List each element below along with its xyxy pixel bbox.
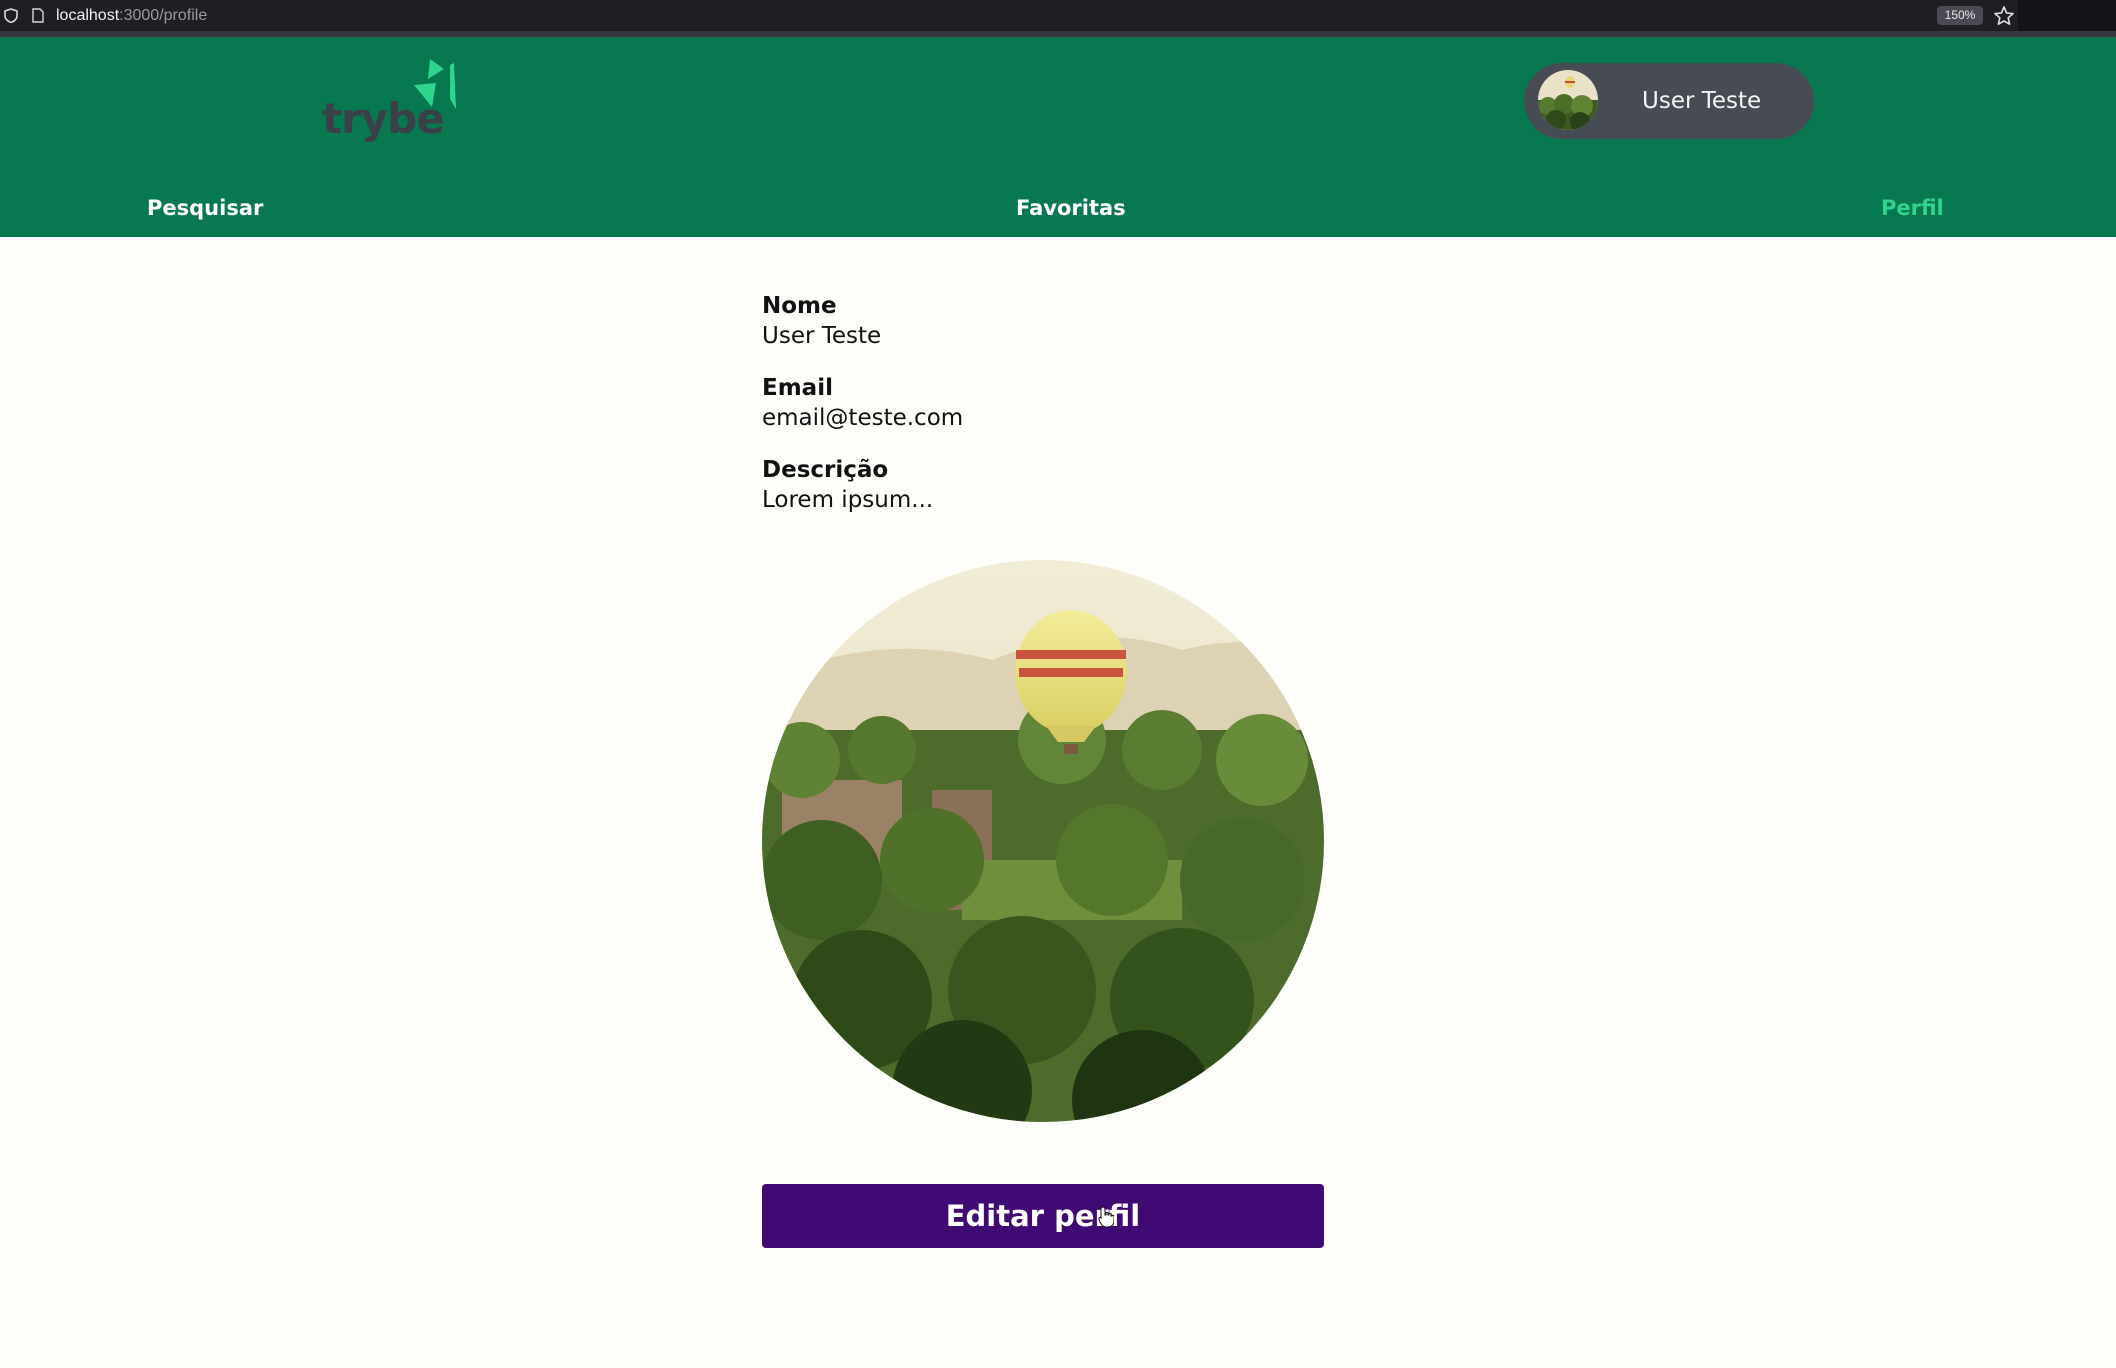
name-label: Nome [762,293,837,319]
email-label: Email [762,375,833,401]
url-host: localhost [56,7,120,24]
toolbar-extension-area [2018,0,2116,31]
user-avatar [1538,70,1598,130]
email-value: email@teste.com [762,405,964,431]
browser-toolbar: localhost:3000/profile 150% [0,0,2116,31]
nav-link-favorites[interactable]: Favoritas [1016,195,1126,221]
zoom-level-badge[interactable]: 150% [1937,6,1983,25]
nav-link-search[interactable]: Pesquisar [147,195,263,221]
profile-field-name: Nome User Teste [762,292,1324,352]
page-icon [32,8,44,23]
app-header: trybe User Teste Pesquisar Favoritas Per… [0,37,2116,237]
profile-field-description: Descrição Lorem ipsum... [762,456,1324,516]
url-path: :3000/profile [119,7,208,24]
user-chip[interactable]: User Teste [1524,63,1814,139]
address-bar[interactable]: localhost:3000/profile [56,6,207,26]
description-value: Lorem ipsum... [762,487,934,513]
user-chip-name: User Teste [1642,88,1762,114]
shield-icon[interactable] [4,8,18,23]
logo-mark-icon [414,59,456,109]
description-label: Descrição [762,457,889,483]
name-value: User Teste [762,323,882,349]
star-icon[interactable] [1993,5,2015,27]
nav-link-profile[interactable]: Perfil [1881,195,1944,221]
edit-profile-button[interactable]: Editar perfil [762,1184,1324,1248]
trybe-logo: trybe [320,59,460,149]
profile-field-email: Email email@teste.com [762,374,1324,434]
profile-photo [762,560,1324,1122]
profile-info: Nome User Teste Email email@teste.com De… [762,292,1324,538]
hand-pointer-icon [1098,1206,1114,1228]
